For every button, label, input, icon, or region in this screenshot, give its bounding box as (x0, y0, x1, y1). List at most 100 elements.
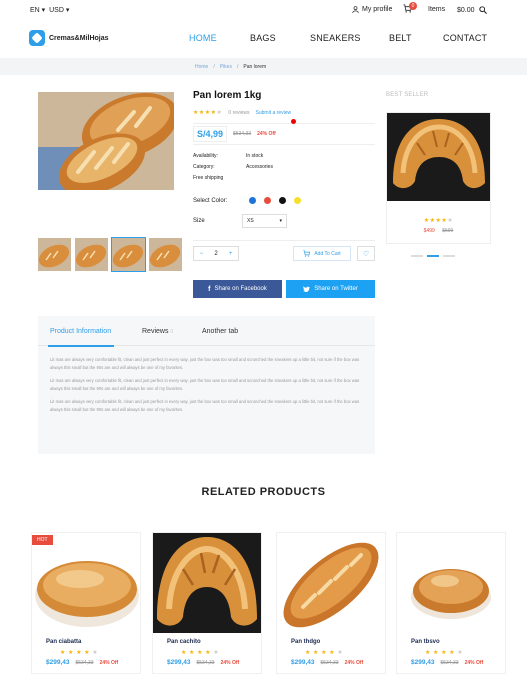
product-card-rating: ★ ★ ★ ★ ★ (181, 650, 220, 656)
logo-text: Cremas&MilHojas (49, 34, 109, 42)
product-title: Pan lorem 1kg (193, 90, 262, 101)
reviews-count: 0 reviews (228, 109, 250, 116)
product-tabs: Product Information Reviews 0 Another ta… (38, 316, 375, 454)
share-facebook-button[interactable]: f Share on Facebook (193, 280, 282, 298)
product-card-price: $299,43 (167, 659, 191, 666)
color-swatch-red[interactable] (264, 197, 271, 204)
logo-icon (29, 30, 45, 46)
carousel-dot[interactable] (443, 255, 455, 257)
nav-belt[interactable]: BELT (389, 33, 412, 43)
description-paragraph: Lit mas are always very comfortable fit,… (50, 399, 360, 412)
color-swatch-blue[interactable] (249, 197, 256, 204)
currency-selector[interactable]: USD (49, 7, 64, 14)
breadcrumb: Home / Pikes / Pan lorem (195, 64, 267, 70)
nav-contact[interactable]: CONTACT (443, 33, 487, 43)
spec-row: Availability: In stock (193, 153, 264, 159)
site-logo[interactable]: Cremas&MilHojas (29, 30, 109, 46)
cart-count-badge: 0 (409, 2, 417, 10)
thumbnail-2[interactable] (75, 238, 108, 271)
product-card-rating: ★ ★ ★ ★ ★ (425, 650, 464, 656)
language-selector[interactable]: EN (30, 7, 40, 14)
product-card-old-price: $534,33 (196, 659, 215, 666)
my-profile-link[interactable]: My profile (352, 6, 392, 13)
carousel-dot-active[interactable] (427, 255, 439, 257)
product-price: S/4,99 (193, 126, 228, 142)
thumbnail-4[interactable] (149, 238, 182, 271)
breadcrumb-category[interactable]: Pikes (220, 64, 232, 70)
product-rating: ★★★★★ 0 reviews Submit a review (193, 109, 375, 117)
nav-home[interactable]: HOME (189, 33, 217, 43)
best-seller-sidebar: BEST SELLER ★★★★★ $499 $599 (386, 92, 491, 257)
tab-product-information[interactable]: Product Information (50, 328, 111, 335)
nav-sneakers[interactable]: SNEAKERS (310, 33, 361, 43)
product-main-image[interactable] (38, 92, 174, 190)
product-card-price: $299,43 (411, 659, 435, 666)
tab-another[interactable]: Another tab (202, 328, 238, 335)
product-card-discount: 24% Off (464, 659, 484, 666)
cart-button[interactable]: 0 (403, 2, 417, 15)
related-products-title: RELATED PRODUCTS (201, 486, 326, 498)
product-card-image[interactable] (153, 533, 261, 633)
product-card-old-price: $534,33 (320, 659, 339, 666)
product-card-discount: 24% Off (99, 659, 119, 666)
facebook-icon: f (208, 285, 211, 293)
product-card-name[interactable]: Pan tbsvo (411, 639, 440, 645)
breadcrumb-bar: Home / Pikes / Pan lorem (0, 58, 527, 75)
description-paragraph: Lit mas are always very comfortable fit,… (50, 378, 360, 391)
product-card-name[interactable]: Pan thdgo (291, 639, 320, 645)
chevron-down-icon: ▾ (279, 218, 282, 224)
quantity-value[interactable]: 2 (214, 251, 217, 257)
tab-reviews[interactable]: Reviews 0 (142, 328, 173, 335)
quantity-stepper[interactable]: − 2 + (193, 246, 239, 261)
nav-bags[interactable]: BAGS (250, 33, 276, 43)
product-card-discount: 24% Off (344, 659, 364, 666)
thumbnail-3-selected[interactable] (111, 237, 146, 272)
color-swatch-yellow[interactable] (294, 197, 301, 204)
product-card-rating: ★ ★ ★ ★ ★ (60, 650, 99, 656)
product-card-name[interactable]: Pan cachito (167, 639, 201, 645)
active-tab-underline (48, 345, 114, 347)
spec-row: Free shipping (193, 175, 224, 181)
product-card-image[interactable] (397, 533, 505, 633)
carousel-dots (411, 255, 455, 257)
indicator-dot (291, 119, 296, 124)
main-navigation: Cremas&MilHojas HOME BAGS SNEAKERS BELT … (0, 26, 527, 52)
search-icon[interactable] (478, 6, 487, 14)
carousel-dot[interactable] (411, 255, 423, 257)
product-card-old-price: $534,33 (75, 659, 94, 666)
description-paragraph: Lit mas are always very comfortable fit,… (50, 357, 360, 370)
product-card[interactable]: Pan cachito ★ ★ ★ ★ ★ $299,43 $534,33 24… (152, 532, 262, 674)
wishlist-button[interactable]: ♡ (357, 246, 375, 261)
product-card[interactable]: Pan thdgo ★ ★ ★ ★ ★ $299,43 $534,33 24% … (276, 532, 386, 674)
best-seller-image[interactable] (387, 113, 490, 201)
submit-review-link[interactable]: Submit a review (256, 110, 292, 116)
decrement-button[interactable]: − (200, 251, 204, 257)
language-currency-selector[interactable]: EN ▾ USD ▾ (30, 6, 69, 14)
product-card-name[interactable]: Pan ciabatta (46, 639, 81, 645)
add-to-cart-button[interactable]: Add To Cart (293, 246, 351, 261)
increment-button[interactable]: + (229, 251, 233, 257)
product-card-price: $299,43 (46, 659, 70, 666)
color-swatch-black[interactable] (279, 197, 286, 204)
product-card-discount: 24% Off (220, 659, 240, 666)
cart-icon (303, 250, 311, 257)
size-select[interactable]: XS ▾ (242, 214, 287, 228)
rating-stars: ★★★★★ (193, 110, 223, 116)
product-card-price: $299,43 (291, 659, 315, 666)
size-selector-row: Size XS ▾ (193, 214, 287, 228)
breadcrumb-home[interactable]: Home (195, 64, 208, 70)
product-card-image[interactable] (277, 533, 385, 633)
price-box: S/4,99 $534,33 24% Off (193, 119, 375, 145)
best-seller-rating: ★★★★★ (423, 218, 454, 224)
thumbnail-1[interactable] (38, 238, 71, 271)
color-selector: Select Color: (193, 197, 375, 204)
product-info: Pan lorem 1kg ★★★★★ 0 reviews Submit a r… (193, 90, 375, 298)
spec-row: Category: Accessories (193, 164, 273, 170)
best-seller-card[interactable]: ★★★★★ $499 $599 (386, 112, 491, 244)
product-card[interactable]: HOT Pan ciabatta ★ ★ ★ ★ ★ $299,43 $534,… (31, 532, 141, 674)
product-card-image[interactable] (32, 533, 140, 633)
product-card[interactable]: Pan tbsvo ★ ★ ★ ★ ★ $299,43 $534,33 24% … (396, 532, 506, 674)
share-twitter-button[interactable]: Share on Twitter (286, 280, 375, 298)
size-label: Size (193, 218, 205, 224)
best-seller-old-price: $599 (442, 228, 454, 234)
